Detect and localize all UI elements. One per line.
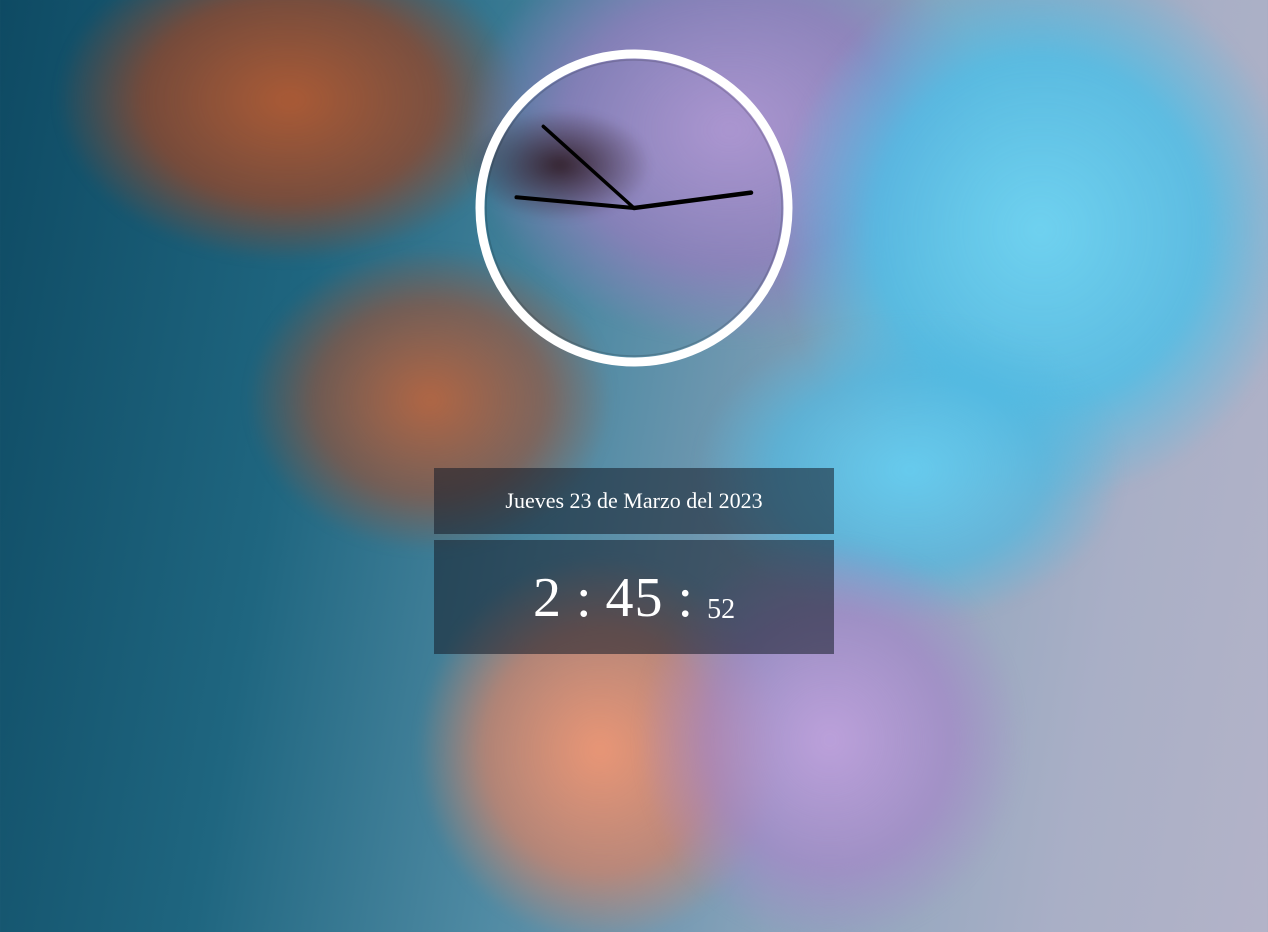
- date-display: Jueves 23 de Marzo del 2023: [434, 468, 834, 534]
- date-text: Jueves 23 de Marzo del 2023: [505, 488, 763, 513]
- smoke-cyan: [780, 0, 1268, 500]
- analog-clock: [474, 48, 794, 368]
- minute-hand: [514, 195, 636, 210]
- time-separator: :: [677, 567, 694, 629]
- time-minutes: 45: [605, 567, 664, 629]
- time-seconds: 52: [707, 594, 736, 625]
- hour-hand: [631, 190, 754, 211]
- digital-time-display: 2 : 45 : 52: [434, 540, 834, 654]
- time-separator: :: [575, 567, 592, 629]
- second-hand: [541, 124, 636, 210]
- time-hours: 2: [532, 567, 562, 629]
- smoke-orange: [60, 0, 520, 260]
- analog-clock-face: [475, 49, 793, 367]
